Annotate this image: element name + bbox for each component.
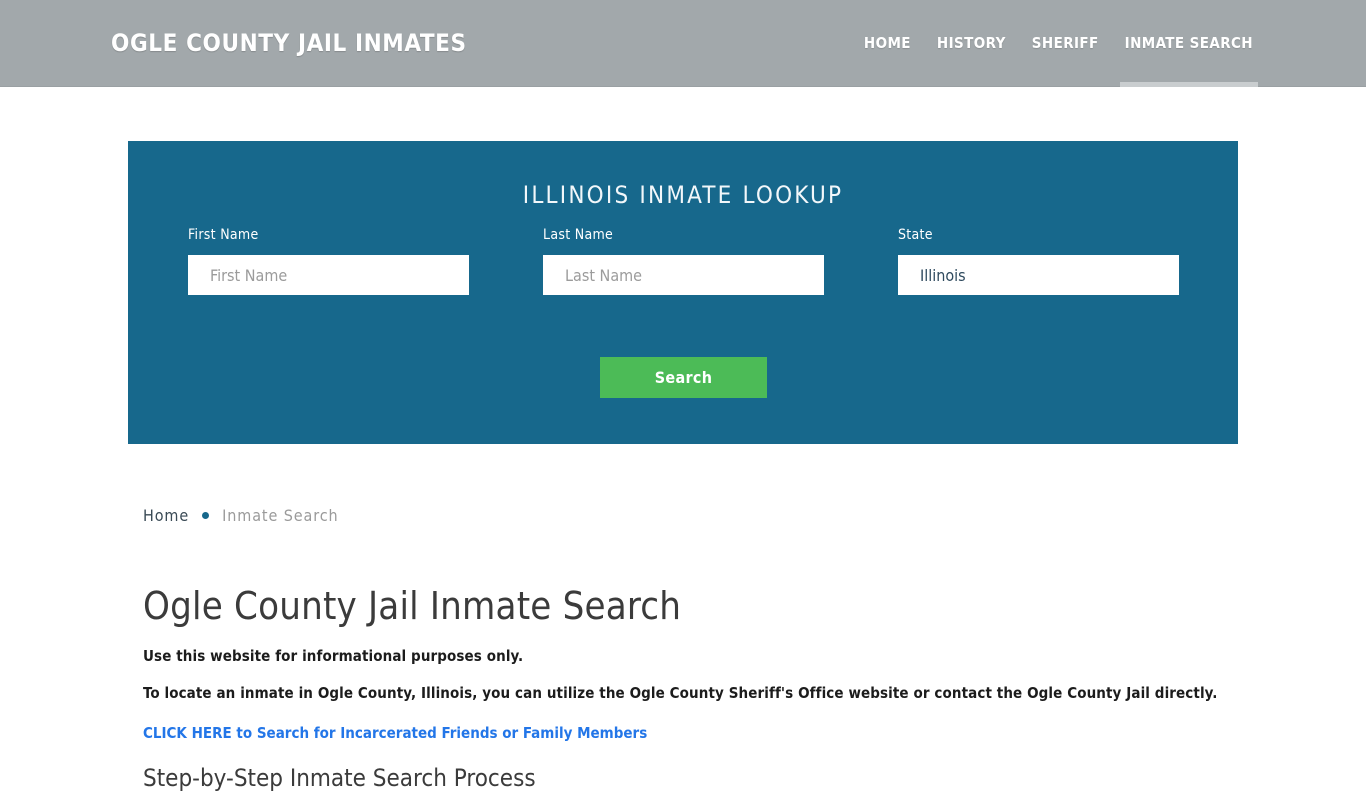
page-title: Ogle County Jail Inmate Search (143, 584, 682, 628)
last-name-input[interactable] (543, 255, 824, 295)
lookup-fields: First Name Last Name State (128, 227, 1238, 337)
breadcrumb: Home Inmate Search (143, 470, 1243, 525)
field-last-name: Last Name (543, 227, 824, 295)
intro-paragraph-2: To locate an inmate in Ogle County, Illi… (143, 684, 1218, 702)
inmate-lookup-panel: ILLINOIS INMATE LOOKUP First Name Last N… (128, 141, 1238, 444)
nav-item-history[interactable]: HISTORY (937, 0, 1006, 87)
breadcrumb-current: Inmate Search (222, 506, 339, 525)
nav-item-home[interactable]: HOME (864, 0, 911, 87)
first-name-label: First Name (188, 227, 259, 243)
breadcrumb-home[interactable]: Home (143, 506, 189, 525)
section-heading-step-by-step: Step-by-Step Inmate Search Process (143, 764, 536, 792)
search-button[interactable]: Search (600, 357, 767, 398)
site-header: OGLE COUNTY JAIL INMATES HOME HISTORY SH… (0, 0, 1366, 87)
first-name-input[interactable] (188, 255, 469, 295)
last-name-label: Last Name (543, 227, 614, 243)
field-state: State (898, 227, 1179, 295)
site-title: OGLE COUNTY JAIL INMATES (111, 29, 467, 57)
state-label: State (898, 227, 933, 243)
intro-paragraph-1: Use this website for informational purpo… (143, 647, 524, 665)
breadcrumb-separator-icon (202, 512, 210, 519)
nav-item-sheriff[interactable]: SHERIFF (1032, 0, 1099, 87)
nav-item-inmate-search[interactable]: INMATE SEARCH (1119, 0, 1259, 87)
lookup-title: ILLINOIS INMATE LOOKUP (522, 181, 844, 209)
main-content: Home Inmate Search Ogle County Jail Inma… (143, 470, 1243, 792)
main-navigation: HOME HISTORY SHERIFF INMATE SEARCH (864, 0, 1259, 87)
field-first-name: First Name (188, 227, 469, 295)
state-input[interactable] (898, 255, 1179, 295)
search-friends-family-link[interactable]: CLICK HERE to Search for Incarcerated Fr… (143, 724, 1243, 742)
